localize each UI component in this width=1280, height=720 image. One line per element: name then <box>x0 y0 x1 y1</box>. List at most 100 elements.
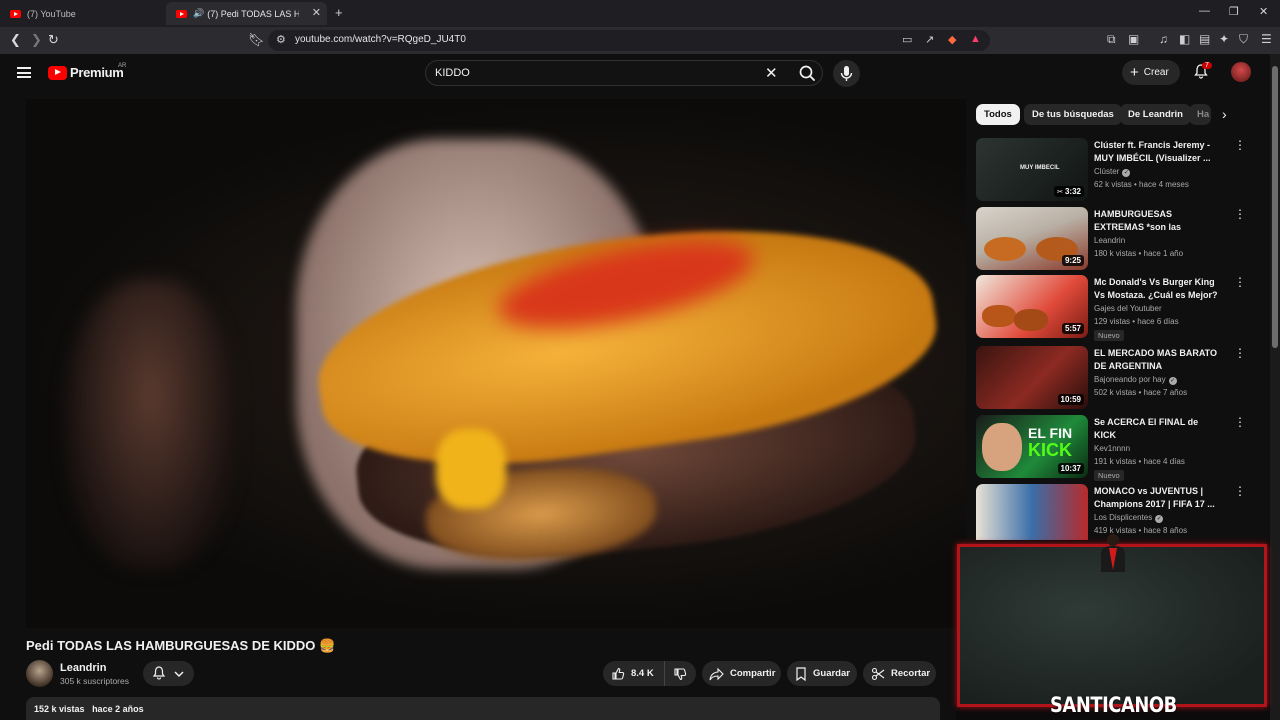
extensions-icon[interactable]: ⧉ <box>1107 32 1116 47</box>
recommendation-meta: 502 k vistas • hace 7 años <box>1094 388 1188 397</box>
recommendation-channel: Bajoneando por hay ✓ <box>1094 375 1177 385</box>
forward-icon[interactable]: ❯ <box>31 32 42 48</box>
back-icon[interactable]: ❮ <box>10 32 21 48</box>
video-thumbnail[interactable]: 9:25 <box>976 207 1088 270</box>
browser-tab-video[interactable]: 🔊 (7) Pedi TODAS LAS HAMBURGUESAS DE KID… <box>166 2 327 25</box>
duration-badge: 5:57 <box>1061 323 1084 334</box>
share-button[interactable]: Compartir <box>702 661 781 686</box>
search-input[interactable]: KIDDO <box>435 67 470 79</box>
shorts-icon: ✂ <box>1057 189 1065 196</box>
video-thumbnail[interactable]: MUY IMBECIL ✂ 3:32 <box>976 138 1088 201</box>
extension-icon[interactable]: ▣ <box>1128 32 1139 46</box>
recommendation-channel: Los Displicentes ✓ <box>1094 513 1164 523</box>
video-thumbnail[interactable]: 10:59 <box>976 346 1088 409</box>
wallet-icon[interactable]: ▤ <box>1199 32 1210 46</box>
recommendation-item[interactable]: 9:25 HAMBURGUESAS EXTREMAS *son las MEJO… <box>976 207 1272 271</box>
youtube-premium-logo[interactable]: Premium <box>48 65 124 80</box>
description-box[interactable]: 152 k vistas hace 2 años <box>26 697 940 720</box>
more-actions-icon[interactable]: ⋮ <box>1234 415 1246 429</box>
video-thumbnail[interactable] <box>976 484 1088 547</box>
duration-badge: 9:25 <box>1061 255 1084 266</box>
new-tab-button[interactable]: + <box>335 5 343 20</box>
view-count: 152 k vistas <box>34 704 85 714</box>
thumbnail-burger <box>1014 309 1048 331</box>
share-label: Compartir <box>730 668 776 679</box>
channel-name[interactable]: Leandrin <box>60 662 106 674</box>
cast-icon[interactable]: ▭ <box>902 33 912 46</box>
recommendation-title[interactable]: Mc Donald's Vs Burger King Vs Mostaza. ¿… <box>1094 276 1222 302</box>
dislike-button[interactable] <box>665 661 693 686</box>
recommendation-channel: Leandrin <box>1094 236 1126 245</box>
more-actions-icon[interactable]: ⋮ <box>1234 275 1246 289</box>
browser-tab-youtube[interactable]: (7) YouTube <box>0 2 165 25</box>
recommendation-title[interactable]: MONACO vs JUVENTUS | Champions 2017 | FI… <box>1094 485 1222 511</box>
voice-search-button[interactable] <box>833 60 860 87</box>
recommendation-channel: Clúster ✓ <box>1094 167 1131 177</box>
media-controls-icon[interactable]: ♫ <box>1159 32 1168 46</box>
video-thumbnail[interactable]: 5:57 <box>976 275 1088 338</box>
recommendation-title[interactable]: EL MERCADO MAS BARATO DE ARGENTINA <box>1094 347 1222 373</box>
menu-icon[interactable]: ☰ <box>1261 32 1272 46</box>
chip-all[interactable]: Todos <box>976 104 1020 125</box>
reload-icon[interactable]: ↻ <box>48 32 59 48</box>
recommendation-item[interactable]: 10:59 EL MERCADO MAS BARATO DE ARGENTINA… <box>976 346 1272 410</box>
account-avatar[interactable] <box>1231 62 1251 82</box>
recommendation-item[interactable]: EL FIN KICK 10:37 Se ACERCA El FINAL de … <box>976 415 1272 481</box>
more-actions-icon[interactable]: ⋮ <box>1234 138 1246 152</box>
leo-ai-icon[interactable]: ✦ <box>1219 32 1229 46</box>
page-scrollbar-thumb[interactable] <box>1272 66 1278 348</box>
close-tab-icon[interactable]: ✕ <box>312 6 321 19</box>
recommendation-item[interactable]: 5:57 Mc Donald's Vs Burger King Vs Mosta… <box>976 275 1272 341</box>
new-badge: Nuevo <box>1094 470 1124 481</box>
more-actions-icon[interactable]: ⋮ <box>1234 346 1246 360</box>
verified-icon: ✓ <box>1168 377 1177 385</box>
sidebar-icon[interactable]: ◧ <box>1179 32 1190 46</box>
restore-window-button[interactable]: ❐ <box>1229 5 1239 18</box>
recommendation-channel: Kev1nnnn <box>1094 444 1131 453</box>
address-bar[interactable]: ⚙ youtube.com/watch?v=RQgeD_JU4T0 ▭ ↗ ◆ … <box>268 30 990 51</box>
recommendation-title[interactable]: Se ACERCA El FINAL de KICK <box>1094 416 1222 442</box>
chip-from-searches[interactable]: De tus búsquedas <box>1024 104 1122 125</box>
site-info-icon[interactable]: ⚙ <box>276 33 286 46</box>
brave-shields-icon[interactable]: ◆ <box>948 33 956 46</box>
clear-search-icon[interactable]: ✕ <box>765 64 778 82</box>
brave-rewards-icon[interactable]: ▲ <box>970 33 981 45</box>
save-label: Guardar <box>813 668 850 679</box>
vpn-icon[interactable]: ⛉ <box>1239 32 1248 47</box>
subscription-notifications-button[interactable] <box>143 661 194 686</box>
streamer-avatar-figure <box>1101 534 1125 572</box>
search-button[interactable] <box>791 61 824 85</box>
like-button[interactable]: 8.4 K <box>603 661 665 686</box>
video-title: Pedi TODAS LAS HAMBURGUESAS DE KIDDO 🍔 <box>26 638 336 653</box>
video-player[interactable] <box>26 99 966 628</box>
share-page-icon[interactable]: ↗ <box>925 33 934 46</box>
country-code: AR <box>118 63 127 69</box>
recommendation-title[interactable]: Clúster ft. Francis Jeremy - MUY IMBÉCIL… <box>1094 139 1222 165</box>
video-frame-background-person <box>66 279 236 569</box>
save-button[interactable]: Guardar <box>787 661 857 686</box>
notification-count-badge: 7 <box>1202 62 1212 69</box>
channel-avatar[interactable] <box>26 660 53 687</box>
bookmark-icon[interactable]: 🔖︎ <box>248 32 265 48</box>
more-actions-icon[interactable]: ⋮ <box>1234 484 1246 498</box>
minimize-window-button[interactable]: — <box>1199 5 1210 17</box>
close-window-button[interactable]: ✕ <box>1259 5 1268 18</box>
clip-button[interactable]: Recortar <box>863 661 936 686</box>
logo-text: Premium <box>70 65 124 80</box>
chip-truncated[interactable]: Ha <box>1189 104 1211 125</box>
chevron-right-icon[interactable]: › <box>1222 106 1227 122</box>
recommendation-channel: Gajes del Youtuber <box>1094 304 1162 313</box>
recommendation-title[interactable]: HAMBURGUESAS EXTREMAS *son las MEJORES o… <box>1094 208 1222 234</box>
video-thumbnail[interactable]: EL FIN KICK 10:37 <box>976 415 1088 478</box>
streamer-name: SANTICANOB <box>1050 693 1177 717</box>
tab-title: (7) Pedi TODAS LAS HAMBURGUESAS DE KIDDO <box>207 8 300 19</box>
more-actions-icon[interactable]: ⋮ <box>1234 207 1246 221</box>
thumbnail-face <box>982 423 1022 471</box>
recommendation-item[interactable]: MUY IMBECIL ✂ 3:32 Clúster ft. Francis J… <box>976 138 1272 202</box>
search-box[interactable]: KIDDO ✕ <box>425 60 823 86</box>
bell-dropdown-icon <box>152 666 184 680</box>
chip-from-channel[interactable]: De Leandrin <box>1120 104 1191 125</box>
audio-playing-icon[interactable]: 🔊 <box>193 8 204 19</box>
guide-menu-icon[interactable] <box>17 67 31 78</box>
create-button[interactable]: + Crear <box>1122 60 1180 85</box>
